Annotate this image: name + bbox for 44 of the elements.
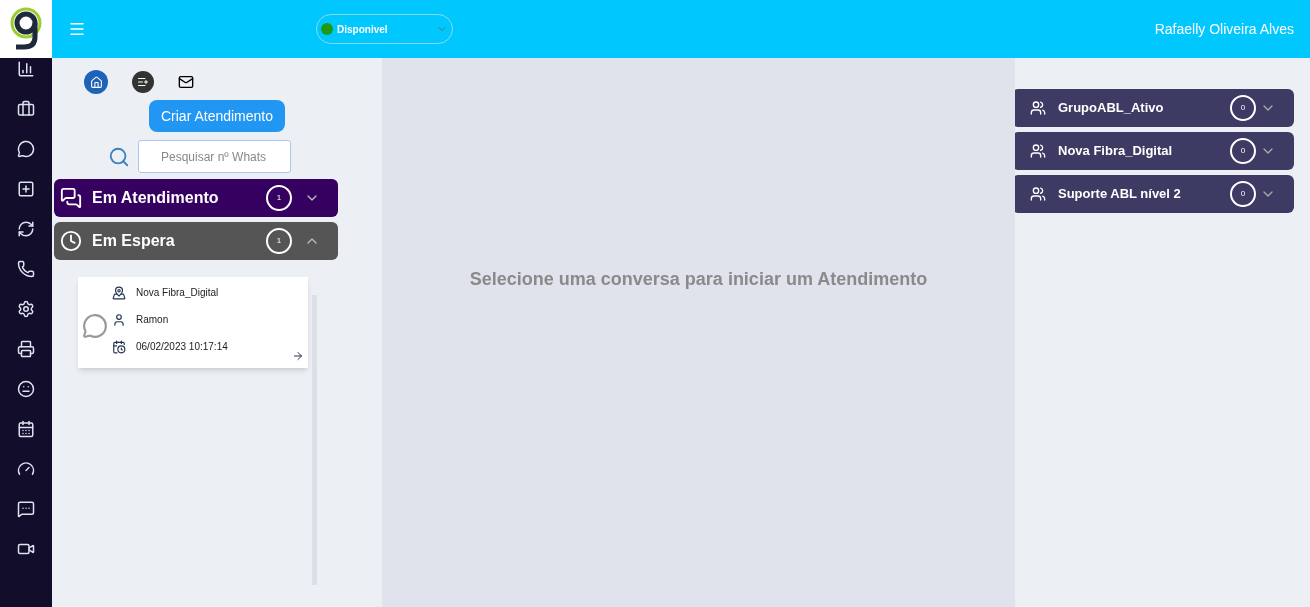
home-icon[interactable]	[84, 70, 108, 94]
people-icon	[1030, 100, 1046, 116]
settings-icon[interactable]	[17, 300, 35, 318]
list-add-icon[interactable]	[132, 71, 154, 93]
people-icon	[1030, 143, 1046, 159]
section-header[interactable]: Em Espera 1	[54, 222, 338, 260]
search-field[interactable]: Pesquisar nº Whats	[138, 140, 291, 173]
plus-square-icon[interactable]	[17, 180, 35, 198]
refresh-icon[interactable]	[17, 220, 35, 238]
face-icon[interactable]	[17, 380, 35, 398]
calendar-icon	[112, 339, 126, 354]
clock-icon	[60, 230, 82, 252]
group-header[interactable]: GrupoABL_Ativo 0	[1012, 89, 1294, 127]
phone-icon[interactable]	[17, 260, 35, 278]
calendar-icon[interactable]	[17, 420, 35, 438]
map-icon	[112, 285, 126, 300]
chat-bubbles-icon	[60, 187, 82, 209]
people-icon	[1030, 186, 1046, 202]
section-header[interactable]: Em Atendimento 1	[54, 179, 338, 217]
chart-icon[interactable]	[17, 60, 35, 78]
count-badge: 1	[266, 228, 292, 254]
agent-name: Ramon	[136, 313, 169, 327]
group-header[interactable]: Suporte ABL nível 2 0	[1012, 175, 1294, 213]
queue-card[interactable]: Nova Fibra_Digital Ramon 06/02/2023 10:17:14	[78, 277, 308, 368]
person-icon	[112, 312, 126, 327]
gauge-icon[interactable]	[17, 460, 35, 478]
chat-bubble-icon	[82, 313, 108, 339]
user-name: Rafaelly Oliveira Alves	[1154, 19, 1294, 39]
search-icon[interactable]	[108, 145, 130, 168]
printer-icon[interactable]	[17, 340, 35, 358]
logo-icon	[0, 0, 52, 58]
mail-icon[interactable]	[178, 74, 194, 90]
count-badge: 0	[1230, 181, 1256, 207]
briefcase-icon[interactable]	[17, 100, 35, 118]
count-badge: 1	[266, 185, 292, 211]
count-badge: 0	[1230, 138, 1256, 164]
group-name: Nova Fibra_Digital	[136, 286, 219, 300]
group-header[interactable]: Nova Fibra_Digital 0	[1012, 132, 1294, 170]
arrow-icon[interactable]	[292, 350, 304, 362]
speech-bubble-icon[interactable]	[17, 500, 35, 518]
count-badge: 0	[1230, 95, 1256, 121]
chat-bubble-icon[interactable]	[17, 140, 35, 158]
date-time: 06/02/2023 10:17:14	[136, 340, 228, 354]
empty-state-message: Selecione uma conversa para iniciar um Atendimento	[469, 268, 928, 291]
